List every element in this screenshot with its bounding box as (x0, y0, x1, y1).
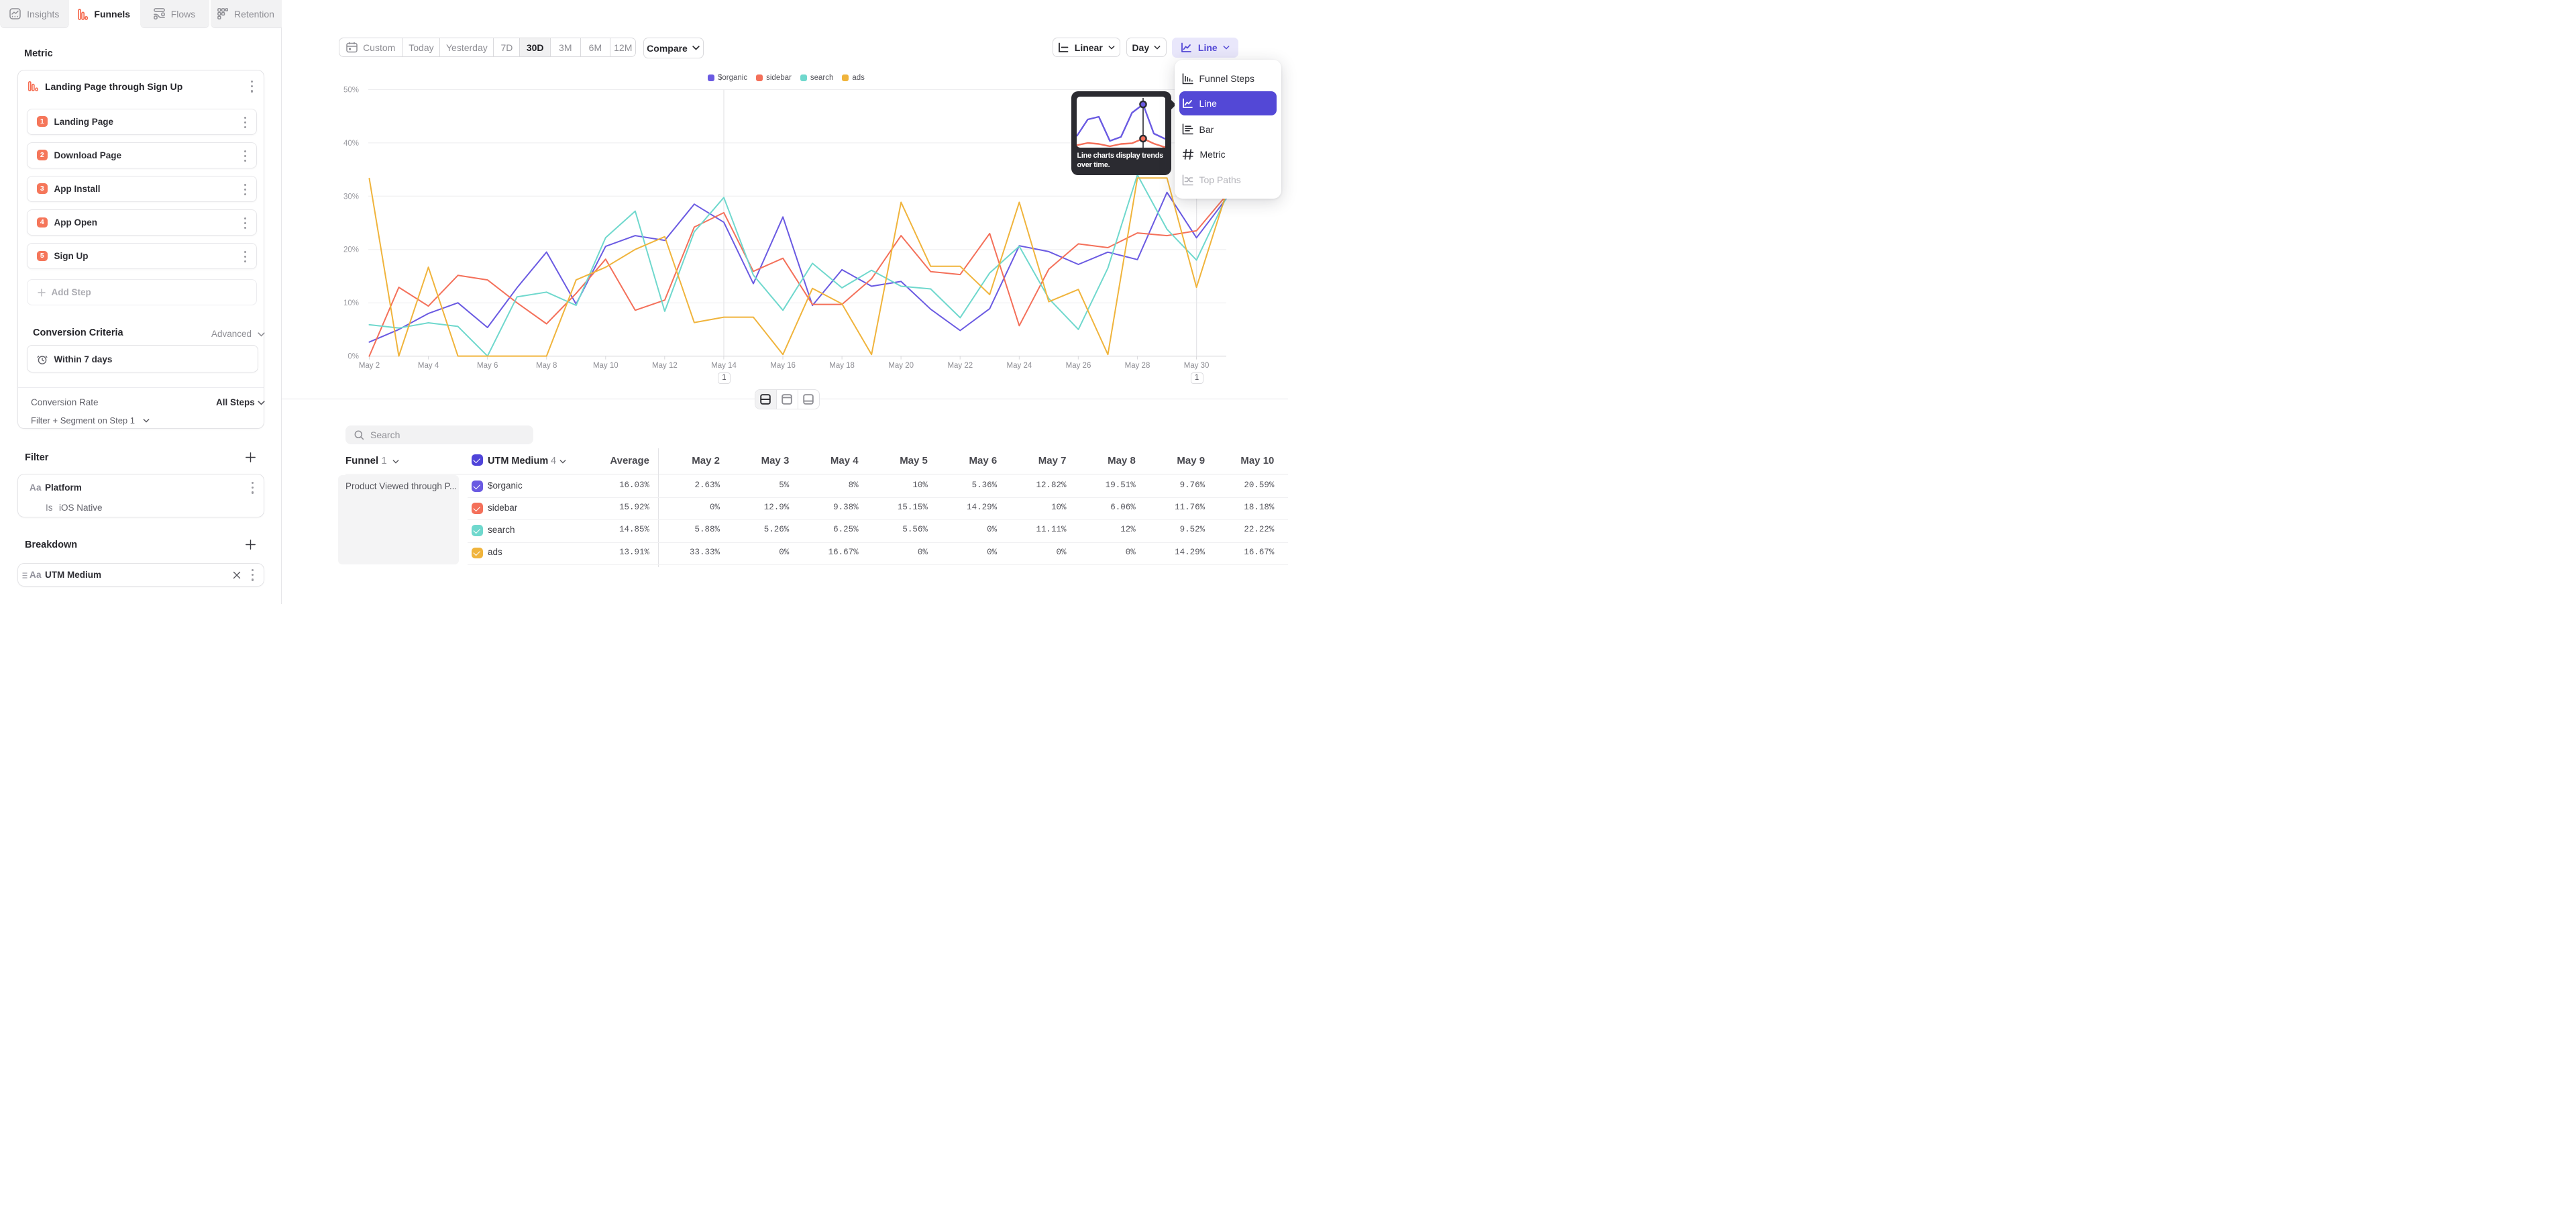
svg-text:0%: 0% (347, 353, 359, 361)
svg-text:May 2: May 2 (359, 362, 380, 370)
svg-text:May 28: May 28 (1125, 362, 1150, 370)
svg-text:May 10: May 10 (593, 362, 619, 370)
svg-text:May 6: May 6 (477, 362, 498, 370)
svg-text:May 24: May 24 (1007, 362, 1032, 370)
svg-text:40%: 40% (343, 140, 359, 148)
svg-text:May 26: May 26 (1066, 362, 1091, 370)
svg-text:May 20: May 20 (888, 362, 914, 370)
svg-text:20%: 20% (343, 246, 359, 254)
svg-text:May 12: May 12 (652, 362, 678, 370)
svg-text:May 30: May 30 (1184, 362, 1210, 370)
svg-text:May 8: May 8 (536, 362, 557, 370)
svg-text:May 4: May 4 (418, 362, 439, 370)
svg-text:May 16: May 16 (770, 362, 796, 370)
svg-text:May 22: May 22 (947, 362, 973, 370)
svg-text:30%: 30% (343, 193, 359, 201)
svg-text:10%: 10% (343, 299, 359, 307)
svg-text:May 14: May 14 (711, 362, 737, 370)
svg-text:May 18: May 18 (829, 362, 855, 370)
svg-text:50%: 50% (343, 87, 359, 95)
